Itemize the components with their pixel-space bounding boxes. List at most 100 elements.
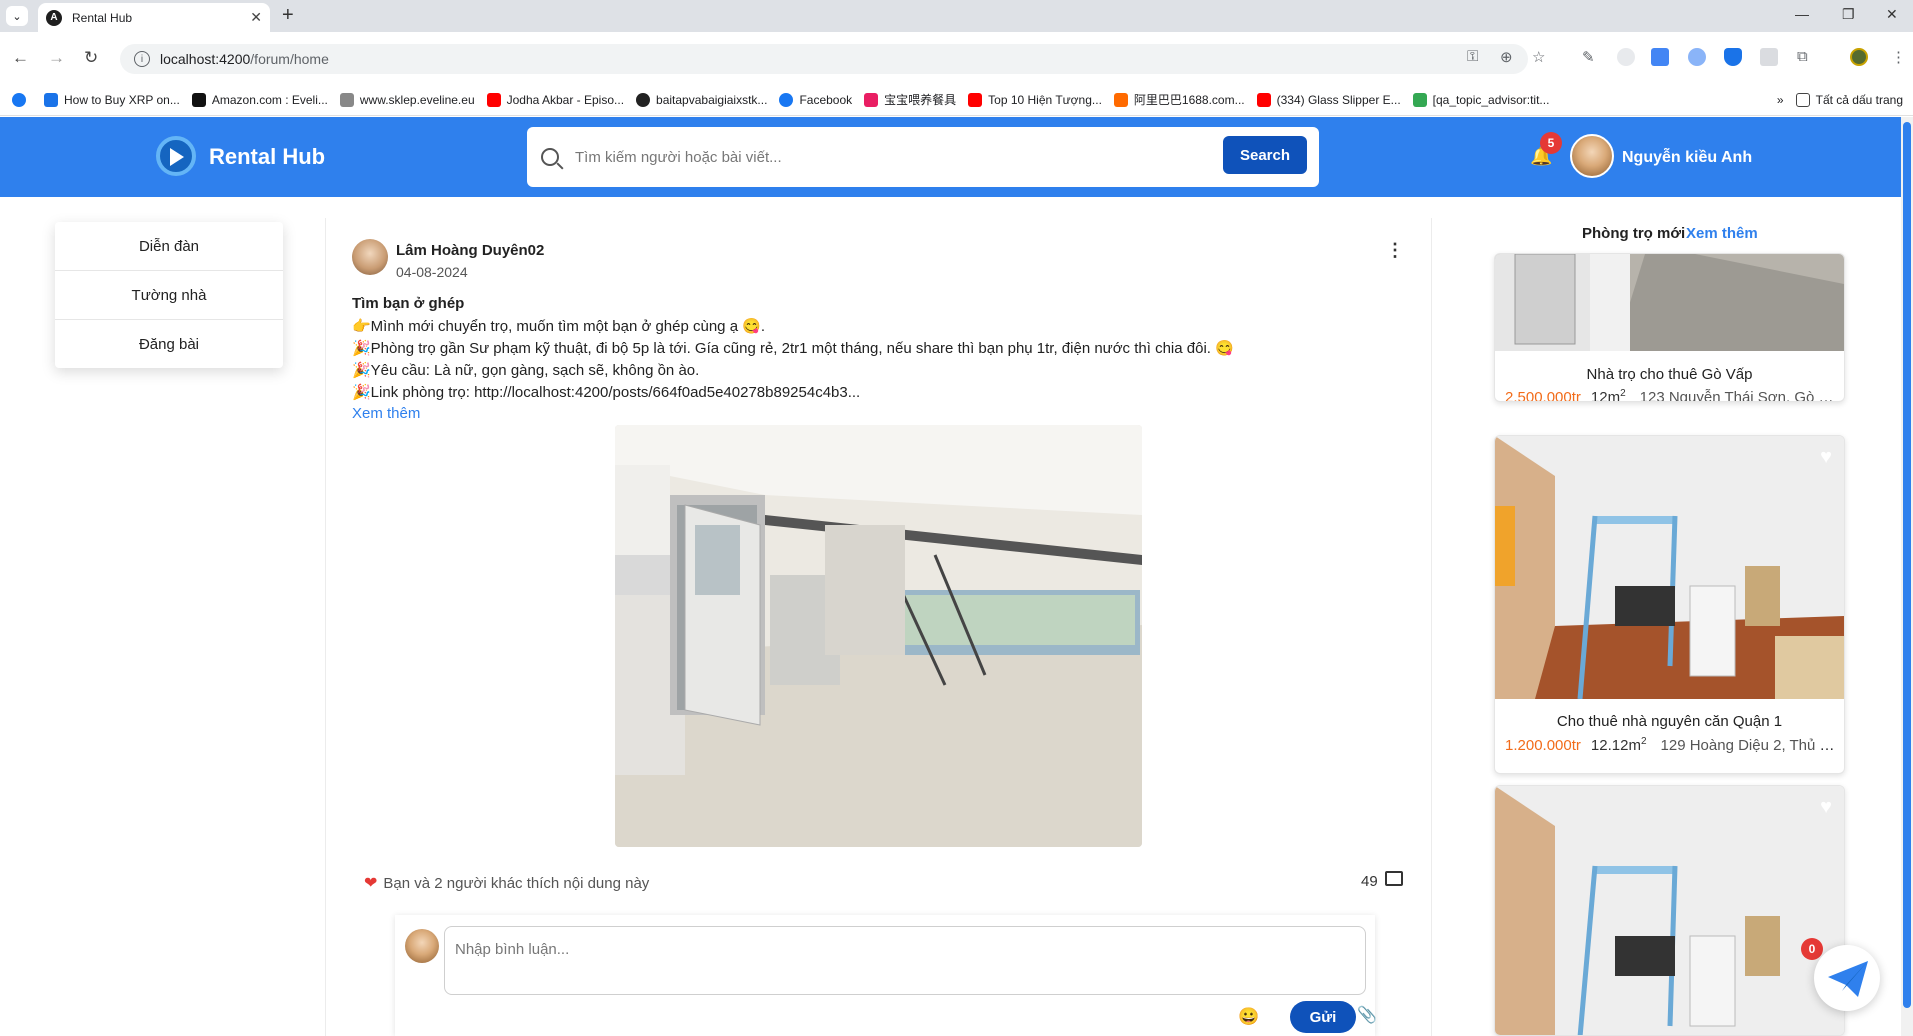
comment-input[interactable]	[444, 926, 1366, 995]
comment-count: 49	[1361, 873, 1378, 890]
menu-item-wall[interactable]: Tường nhà	[55, 271, 283, 320]
post-line: 🎉Phòng trọ gần Sư phạm kỹ thuật, đi bộ 5…	[352, 340, 1234, 357]
search-bar: Search	[527, 127, 1319, 187]
post-likes[interactable]: ❤ Bạn và 2 người khác thích nội dung này	[364, 873, 649, 893]
angular-favicon-icon: A	[46, 9, 62, 26]
url-path: /forum/home	[250, 51, 329, 67]
post-line: 🎉Yêu cầu: Là nữ, gọn gàng, sạch sẽ, khôn…	[352, 362, 700, 379]
browser-menu-icon[interactable]: ⋮	[1891, 48, 1906, 66]
commenter-avatar	[405, 929, 439, 963]
bookmarks-bar: How to Buy XRP on... Amazon.com : Eveli.…	[0, 84, 1913, 116]
zoom-icon[interactable]: ⊕	[1500, 48, 1513, 66]
back-icon[interactable]: ←	[12, 48, 29, 68]
search-input[interactable]	[573, 147, 1213, 167]
search-icon	[541, 148, 559, 166]
forward-icon[interactable]: →	[48, 48, 65, 68]
favorite-heart-icon[interactable]: ♥	[1820, 796, 1832, 819]
listing-price: 2.500.000tr	[1505, 389, 1581, 402]
minimize-icon[interactable]: —	[1795, 6, 1809, 22]
bookmark-item[interactable]: www.sklep.eveline.eu	[339, 92, 475, 107]
url-host: localhost:4200	[160, 51, 251, 67]
emoji-picker-icon[interactable]: 😀	[1238, 1007, 1259, 1027]
compass-extension-icon[interactable]	[1617, 48, 1635, 66]
listing-card[interactable]: Nhà trọ cho thuê Gò Vấp 2.500.000tr 12m2 1…	[1494, 253, 1845, 402]
post-title: Tìm bạn ở ghép	[352, 295, 465, 312]
tab-title: Rental Hub	[72, 10, 133, 25]
search-button[interactable]: Search	[1223, 136, 1307, 174]
rental-hub-logo-icon[interactable]	[156, 136, 196, 176]
post-author-avatar[interactable]	[352, 239, 388, 275]
password-key-icon[interactable]: ⚿	[1467, 48, 1478, 65]
bookmark-item[interactable]: Jodha Akbar - Episo...	[486, 92, 624, 107]
restore-icon[interactable]: ❐	[1842, 6, 1855, 23]
menu-item-forum[interactable]: Diễn đàn	[55, 222, 283, 271]
bookmark-item[interactable]: How to Buy XRP on...	[44, 92, 180, 107]
bookmark-item[interactable]: 宝宝喂养餐具	[864, 91, 956, 108]
bookmark-item[interactable]: baitapvabaigiaixstk...	[636, 92, 767, 107]
listing-title[interactable]: Nhà trọ cho thuê Gò Vấp	[1495, 366, 1844, 383]
post-date: 04-08-2024	[396, 264, 468, 280]
new-tab-icon[interactable]: +	[282, 4, 294, 27]
bookmark-item[interactable]: [qa_topic_advisor:tit...	[1412, 92, 1549, 107]
listing-title[interactable]: Cho thuê nhà nguyên căn Quận 1	[1495, 713, 1844, 730]
bookmark-item[interactable]: Amazon.com : Eveli...	[191, 92, 328, 107]
extension-placeholder-icon[interactable]	[1760, 48, 1778, 66]
listing-area: 12m	[1590, 389, 1621, 402]
listing-price: 1.200.000tr	[1505, 737, 1581, 754]
bookmark-star-icon[interactable]: ☆	[1532, 48, 1545, 66]
chat-unread-badge: 0	[1801, 938, 1823, 960]
new-rooms-title: Phòng trọ mới	[1582, 225, 1686, 242]
all-bookmarks-folder[interactable]: Tất cả dấu trang	[1795, 92, 1903, 107]
post-room-photo[interactable]	[615, 425, 1142, 847]
listing-meta: 1.200.000tr 12.12m2 129 Hoàng Diệu 2, Thủ …	[1505, 736, 1835, 754]
profile-avatar-icon[interactable]	[1850, 48, 1868, 66]
window-close-icon[interactable]: ✕	[1886, 6, 1898, 23]
shield-extension-icon[interactable]	[1724, 48, 1742, 66]
extensions-puzzle-icon[interactable]: ⧉	[1797, 48, 1808, 65]
new-rooms-see-more-link[interactable]: Xem thêm	[1686, 225, 1758, 242]
menu-item-create-post[interactable]: Đăng bài	[55, 320, 283, 369]
address-bar[interactable]: i localhost:4200/forum/home	[120, 44, 1528, 74]
bookmark-facebook-icon[interactable]	[12, 92, 32, 107]
page-scrollbar-thumb[interactable]	[1903, 122, 1911, 1008]
post-line: 👉Mình mới chuyển trọ, muốn tìm một bạn ở…	[352, 318, 766, 335]
listing-photo	[1495, 436, 1844, 699]
user-avatar[interactable]	[1570, 134, 1614, 178]
eyedropper-extension-icon[interactable]: ✎	[1582, 48, 1595, 66]
browser-tab[interactable]: A Rental Hub ✕	[38, 3, 270, 32]
listing-area: 12.12m	[1590, 737, 1641, 754]
bookmark-item[interactable]: (334) Glass Slipper E...	[1256, 92, 1401, 107]
listing-address: 123 Nguyễn Thái Sơn, Gò Vấp	[1639, 389, 1835, 402]
tab-close-icon[interactable]: ✕	[250, 9, 262, 26]
tab-list-button[interactable]: ⌄	[6, 6, 28, 26]
bookmark-item[interactable]: Facebook	[779, 92, 852, 107]
bookmark-item[interactable]: 阿里巴巴1688.com...	[1113, 91, 1245, 108]
post-author-name[interactable]: Lâm Hoàng Duyên02	[396, 242, 544, 259]
search-extension-icon[interactable]	[1688, 48, 1706, 66]
site-info-icon[interactable]: i	[134, 51, 150, 67]
paper-plane-icon	[1828, 961, 1868, 997]
heart-icon[interactable]: ❤	[364, 873, 377, 893]
listing-card[interactable]: ♥	[1494, 785, 1845, 1036]
translate-extension-icon[interactable]	[1651, 48, 1669, 66]
brand-name[interactable]: Rental Hub	[209, 144, 325, 170]
bookmarks-overflow-icon[interactable]: »	[1777, 93, 1784, 107]
post-options-icon[interactable]: ⋮	[1386, 240, 1404, 261]
likes-text: Bạn và 2 người khác thích nội dung này	[383, 874, 650, 892]
user-name[interactable]: Nguyễn kiều Anh	[1622, 149, 1752, 167]
favorite-heart-icon[interactable]: ♥	[1820, 446, 1832, 469]
reload-icon[interactable]: ↻	[84, 48, 98, 68]
see-more-link[interactable]: Xem thêm	[352, 405, 420, 422]
bookmark-item[interactable]: Top 10 Hiện Tượng...	[968, 92, 1102, 107]
forum-side-menu: Diễn đàn Tường nhà Đăng bài	[55, 222, 283, 368]
send-comment-button[interactable]: Gửi	[1290, 1001, 1356, 1033]
listing-photo	[1495, 254, 1844, 351]
listing-address: 129 Hoàng Diệu 2, Thủ Đức	[1660, 737, 1835, 754]
comment-icon[interactable]	[1385, 871, 1403, 886]
listing-meta: 2.500.000tr 12m2 123 Nguyễn Thái Sơn, Gò V…	[1505, 388, 1835, 402]
listing-photo	[1495, 786, 1844, 1035]
attachment-icon[interactable]: 📎	[1357, 1005, 1377, 1025]
chat-button[interactable]	[1814, 945, 1880, 1011]
listing-card[interactable]: ♥ Cho thuê nhà nguyên căn Quận 1 1.200.0…	[1494, 435, 1845, 774]
notification-count-badge: 5	[1540, 132, 1562, 154]
